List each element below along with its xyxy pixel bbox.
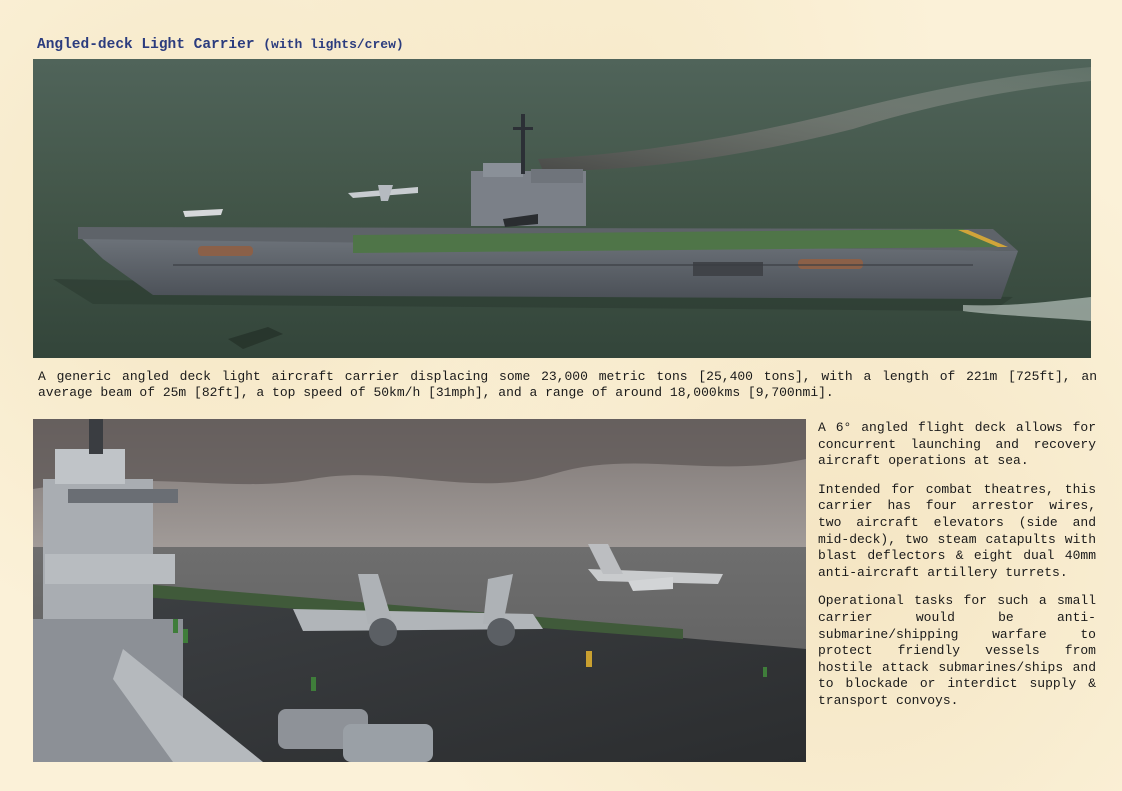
carrier-deck-photo — [33, 419, 806, 762]
carrier-underway-illustration — [33, 59, 1091, 358]
carrier-caption: A generic angled deck light aircraft car… — [38, 369, 1097, 400]
carrier-deck-illustration — [33, 419, 806, 762]
paragraph-angled-deck: A 6° angled flight deck allows for concu… — [818, 420, 1096, 469]
title-subtitle: (with lights/crew) — [263, 37, 404, 52]
paragraph-combat-equipment: Intended for combat theatres, this carri… — [818, 481, 1096, 580]
side-description: A 6° angled flight deck allows for concu… — [818, 420, 1096, 722]
carrier-underway-photo — [33, 59, 1091, 358]
paragraph-operational-tasks: Operational tasks for such a small carri… — [818, 593, 1096, 708]
title-main: Angled-deck Light Carrier — [37, 37, 255, 53]
page-title: Angled-deck Light Carrier (with lights/c… — [37, 37, 404, 53]
